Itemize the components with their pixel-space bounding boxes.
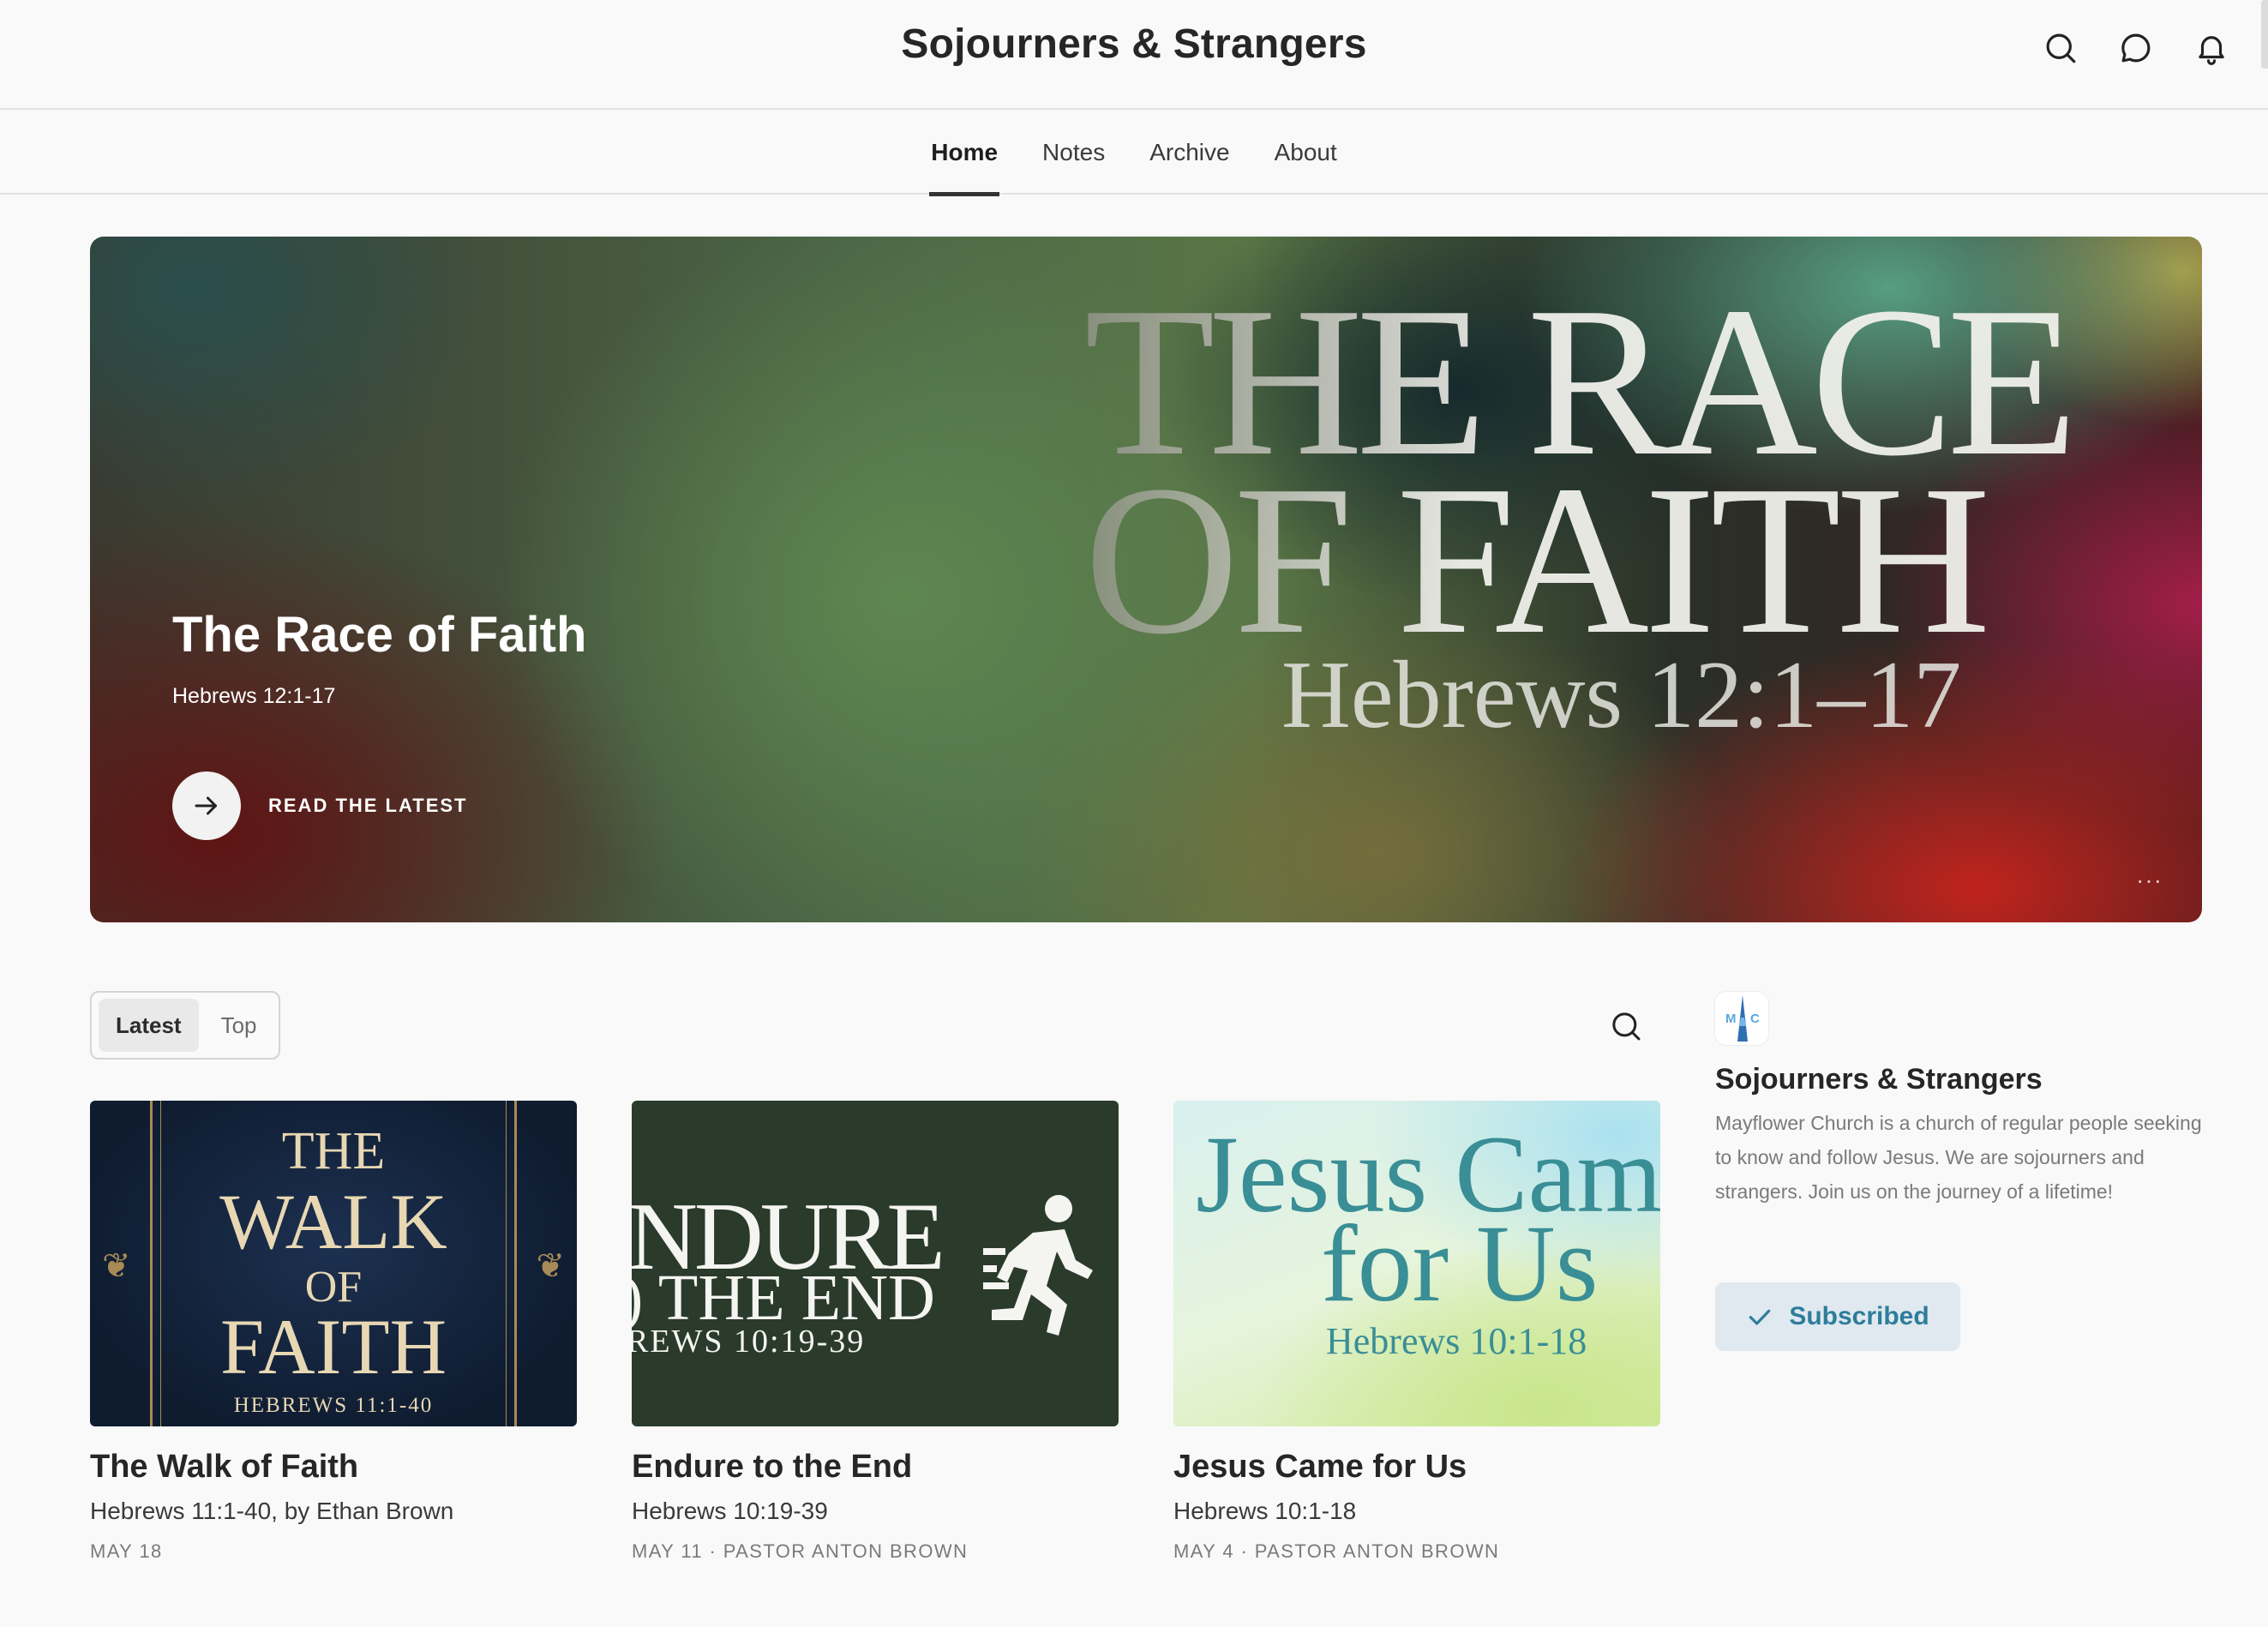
bell-icon[interactable] [2191, 27, 2232, 69]
art-line: WALK [219, 1178, 447, 1265]
post-title[interactable]: The Walk of Faith [90, 1449, 577, 1486]
tab-home[interactable]: Home [929, 110, 999, 196]
art-line: THE [281, 1122, 386, 1180]
featured-post-hero[interactable]: THE RACE OF FAITH Hebrews 12:1–17 The Ra… [90, 237, 2202, 922]
arrow-right-icon[interactable] [172, 771, 241, 840]
post-thumbnail[interactable]: ❦ ❦ THE WALK OF FAITH HEBREWS 11:1-40 [90, 1101, 577, 1426]
post-meta: MAY 18 [90, 1540, 163, 1562]
hero-cover-art: THE RACE OF FAITH Hebrews 12:1–17 [1084, 275, 2164, 748]
search-icon[interactable] [1606, 1006, 1646, 1046]
hero-text: The Race of Faith Hebrews 12:1-17 [172, 605, 586, 709]
post-meta: MAY 11 · PASTOR ANTON BROWN [632, 1540, 969, 1562]
art-line: for Us [1321, 1203, 1599, 1324]
post-thumbnail[interactable]: Jesus Came for Us Hebrews 10:1-18 [1173, 1101, 1660, 1426]
tab-about[interactable]: About [1273, 110, 1339, 195]
publication-description: Mayflower Church is a church of regular … [1715, 1112, 2202, 1203]
tab-notes[interactable]: Notes [1041, 110, 1107, 195]
post-card[interactable]: ❦ ❦ THE WALK OF FAITH HEBREWS 11:1-40 Th… [90, 1101, 577, 1563]
publication-name[interactable]: Sojourners & Strangers [1715, 1063, 2043, 1096]
post-title[interactable]: Endure to the End [632, 1449, 1119, 1486]
read-latest-label[interactable]: READ THE LATEST [268, 795, 467, 817]
hero-title[interactable]: The Race of Faith [172, 605, 586, 665]
post-subtitle: Hebrews 10:19-39 [632, 1498, 828, 1524]
logo-letter-right: C [1750, 1012, 1760, 1026]
art-line: REWS 10:19-39 [632, 1324, 866, 1360]
post-subtitle: Hebrews 11:1-40, by Ethan Brown [90, 1498, 454, 1524]
top-bar: Sojourners & Strangers [0, 0, 2268, 110]
sort-toggle: Latest Top [90, 991, 280, 1060]
chat-icon[interactable] [2115, 27, 2157, 69]
site-title[interactable]: Sojourners & Strangers [0, 21, 2268, 68]
section-nav: Home Notes Archive About [0, 110, 2268, 196]
search-icon[interactable] [2040, 27, 2081, 69]
post-card[interactable]: NDURE ) THE END REWS 10:19-39 Endure to … [632, 1101, 1119, 1563]
header-actions [2040, 22, 2232, 74]
checkmark-icon [1749, 1309, 1771, 1325]
art-line: FAITH [219, 1303, 447, 1390]
read-latest-link[interactable]: READ THE LATEST [172, 771, 467, 840]
tab-archive[interactable]: Archive [1148, 110, 1231, 195]
post-thumbnail[interactable]: NDURE ) THE END REWS 10:19-39 [632, 1101, 1119, 1426]
more-options-icon[interactable]: ··· [2136, 868, 2163, 892]
running-figure-icon [983, 1195, 1093, 1336]
window-edge-scrollbar[interactable] [2261, 0, 2268, 69]
hero-art-line-3: Hebrews 12:1–17 [1281, 642, 1962, 748]
art-line: Hebrews 10:1-18 [1326, 1320, 1587, 1362]
post-title[interactable]: Jesus Came for Us [1173, 1449, 1660, 1486]
logo-letter-left: M [1725, 1012, 1737, 1026]
church-logo-icon: M C [1725, 995, 1760, 1042]
sort-top[interactable]: Top [204, 999, 274, 1052]
subscribed-label: Subscribed [1789, 1302, 1929, 1330]
sort-latest[interactable]: Latest [99, 999, 199, 1052]
hero-subtitle: Hebrews 12:1-17 [172, 684, 336, 708]
subscribed-button[interactable]: Subscribed [1715, 1282, 1960, 1351]
post-meta: MAY 4 · PASTOR ANTON BROWN [1173, 1540, 1500, 1562]
publication-logo[interactable]: M C [1714, 991, 1769, 1046]
post-subtitle: Hebrews 10:1-18 [1173, 1498, 1357, 1524]
art-line: HEBREWS 11:1-40 [233, 1394, 434, 1417]
nav-tabs: Home Notes Archive About [0, 110, 2268, 196]
post-card[interactable]: Jesus Came for Us Hebrews 10:1-18 Jesus … [1173, 1101, 1660, 1563]
